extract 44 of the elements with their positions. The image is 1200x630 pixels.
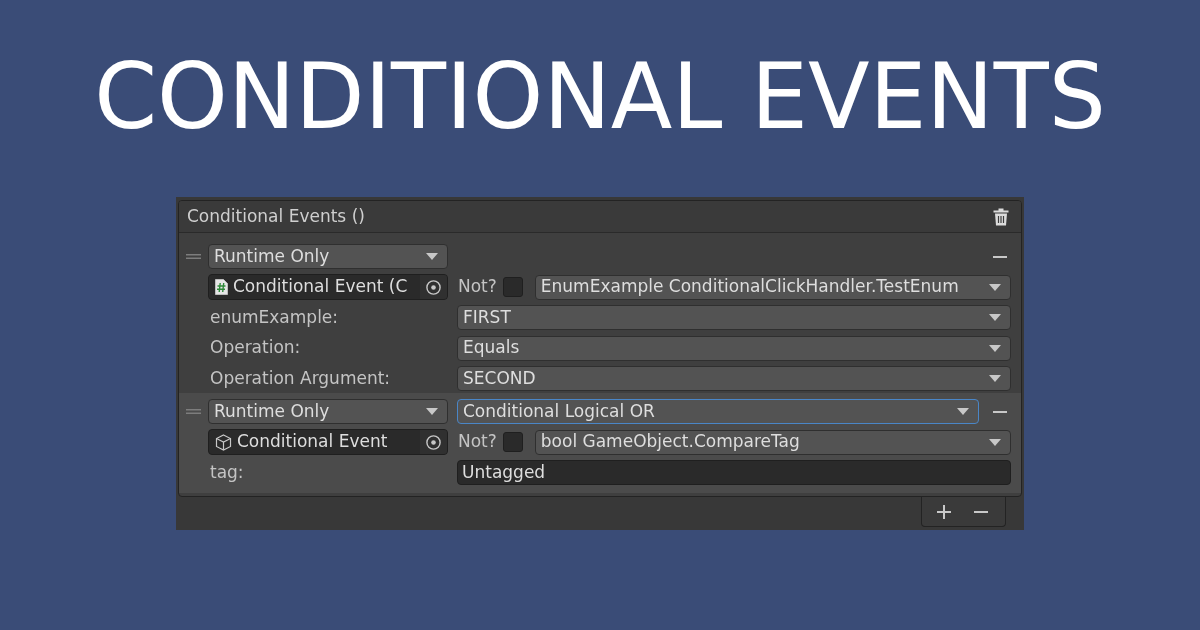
drag-handle-icon[interactable] — [186, 409, 201, 414]
method-dropdown[interactable]: EnumExample ConditionalClickHandler.TestEnum — [534, 274, 1011, 300]
list-title: Conditional Events () — [187, 204, 366, 228]
target-icon — [426, 279, 441, 295]
drag-handle-icon[interactable] — [186, 254, 201, 259]
value-dropdown[interactable]: SECOND — [457, 366, 1011, 391]
field-label: Operation: — [209, 336, 302, 360]
caret-icon — [426, 408, 438, 415]
delete-button[interactable] — [993, 207, 1009, 226]
call-state-dropdown[interactable]: Runtime Only — [208, 399, 448, 424]
page-title: CONDITIONAL EVENTS — [94, 52, 1106, 142]
caret-icon — [989, 375, 1001, 382]
text-field[interactable]: Untagged — [457, 460, 1011, 485]
caret-icon — [989, 438, 1001, 446]
object-picker-button[interactable] — [420, 275, 447, 299]
caret-icon — [426, 253, 438, 260]
operator-dropdown[interactable]: Conditional Logical OR — [457, 399, 979, 424]
method-dropdown[interactable]: bool GameObject.CompareTag — [534, 429, 1011, 455]
list-element[interactable]: Runtime Only Conditional Logical OR Conditional Event Not? bool GameObject.CompareTag tag: Untagged — [179, 393, 1021, 493]
target-icon — [426, 434, 441, 450]
value-dropdown[interactable]: FIRST — [457, 305, 1011, 330]
minus-icon — [992, 255, 1007, 258]
trash-icon — [993, 207, 1009, 226]
minus-icon — [992, 410, 1007, 413]
field-label: Operation Argument: — [209, 366, 392, 390]
field-label: Not? — [458, 275, 497, 299]
minus-icon — [974, 510, 988, 513]
field-label: tag: — [209, 460, 245, 484]
caret-icon — [989, 283, 1001, 291]
caret-icon — [989, 314, 1001, 321]
plus-icon — [937, 504, 951, 519]
caret-icon — [989, 344, 1001, 352]
checkbox[interactable] — [502, 277, 523, 297]
script-file-icon — [215, 279, 228, 295]
object-field[interactable]: Conditional Event — [208, 429, 448, 455]
call-state-dropdown[interactable]: Runtime Only — [208, 244, 448, 269]
object-picker-button[interactable] — [420, 430, 447, 454]
cube-icon — [215, 433, 232, 451]
field-label: Not? — [458, 430, 497, 454]
caret-icon — [957, 408, 969, 415]
value-dropdown[interactable]: Equals — [457, 335, 1011, 361]
field-label: enumExample: — [209, 305, 340, 329]
checkbox[interactable] — [502, 432, 523, 452]
object-field[interactable]: Conditional Event (C — [208, 274, 448, 300]
